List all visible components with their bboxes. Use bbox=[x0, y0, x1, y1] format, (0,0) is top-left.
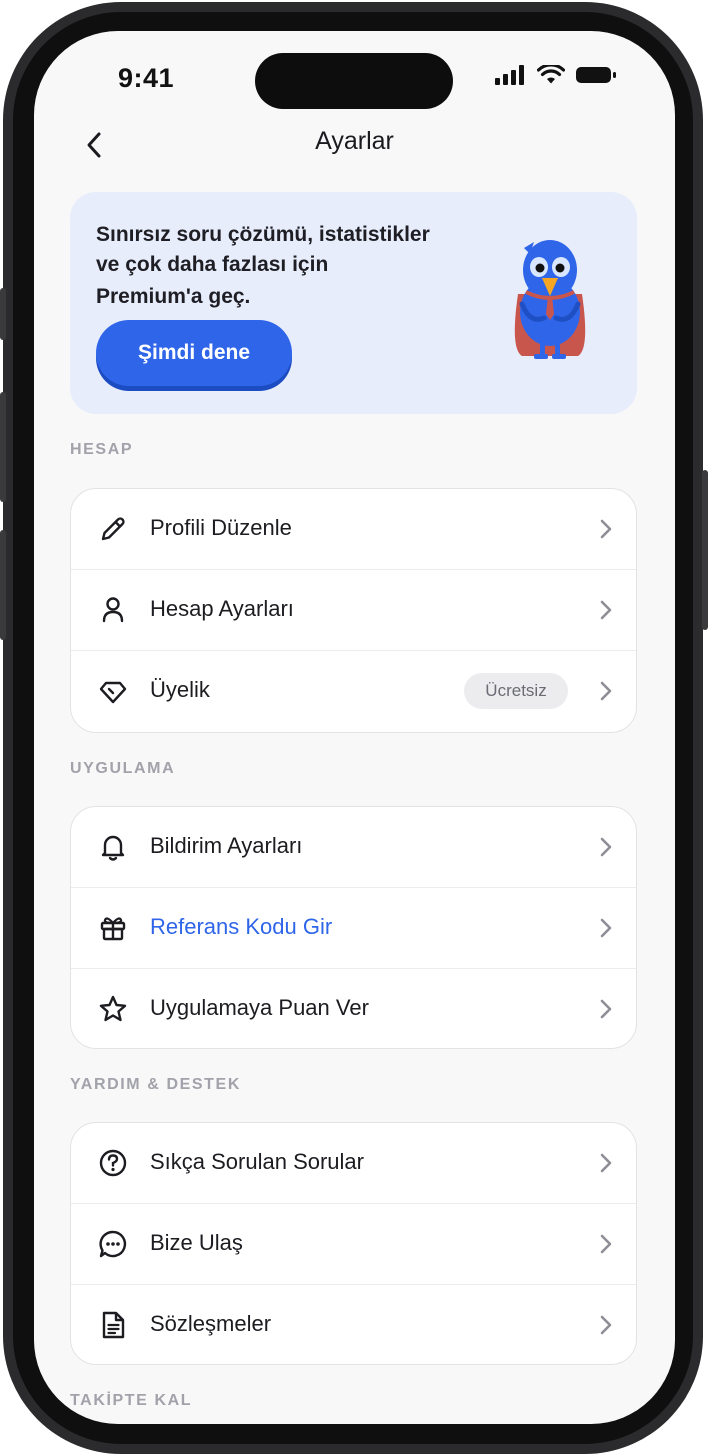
menu-item-label: Sıkça Sorulan Sorular bbox=[150, 1149, 364, 1174]
menu-item-label: Hesap Ayarları bbox=[150, 596, 294, 621]
chevron-right-icon bbox=[600, 519, 612, 539]
chevron-right-icon bbox=[600, 1234, 612, 1254]
volume-down-button bbox=[0, 530, 6, 640]
app-settings-card: Bildirim Ayarları Referans Kodu Gir Uygu… bbox=[70, 806, 637, 1049]
question-circle-icon bbox=[99, 1149, 127, 1177]
section-label-account: HESAP bbox=[70, 441, 134, 458]
dynamic-island bbox=[255, 53, 453, 109]
pencil-icon bbox=[101, 517, 125, 541]
chevron-right-icon bbox=[600, 837, 612, 857]
menu-item-label: Uygulamaya Puan Ver bbox=[150, 995, 369, 1020]
chevron-right-icon bbox=[600, 681, 612, 701]
menu-item-edit-profile[interactable]: Profili Düzenle bbox=[71, 489, 636, 570]
screen: 9:41 Ayarlar Sınırsız soru çözümü, istat… bbox=[34, 31, 675, 1424]
volume-up-button bbox=[0, 392, 6, 502]
menu-item-rate-app[interactable]: Uygulamaya Puan Ver bbox=[71, 969, 636, 1048]
bird-mascot-illustration bbox=[514, 240, 586, 359]
chevron-right-icon bbox=[600, 1315, 612, 1335]
promo-text-line: ve çok daha fazlası için bbox=[96, 253, 329, 276]
menu-item-faq[interactable]: Sıkça Sorulan Sorular bbox=[71, 1123, 636, 1204]
menu-item-label: Üyelik bbox=[150, 677, 210, 702]
status-time: 9:41 bbox=[118, 63, 175, 93]
section-label-follow: TAKİPTE KAL bbox=[70, 1392, 193, 1409]
menu-item-label: Referans Kodu Gir bbox=[150, 914, 333, 939]
bell-icon bbox=[101, 835, 125, 861]
promo-text: Sınırsız soru çözümü, istatistikler ve ç… bbox=[96, 220, 466, 312]
document-icon bbox=[102, 1311, 125, 1339]
chevron-right-icon bbox=[600, 1153, 612, 1173]
premium-promo-card: Sınırsız soru çözümü, istatistikler ve ç… bbox=[70, 192, 637, 414]
promo-text-line: Premium'a geç. bbox=[96, 285, 251, 308]
menu-item-label: Bildirim Ayarları bbox=[150, 833, 303, 858]
promo-text-line: Sınırsız soru çözümü, istatistikler bbox=[96, 223, 430, 246]
page-title: Ayarlar bbox=[315, 127, 394, 155]
battery-icon bbox=[576, 67, 616, 83]
account-settings-card: Profili Düzenle Hesap Ayarları Üyelik Üc… bbox=[70, 488, 637, 733]
user-icon bbox=[102, 597, 124, 623]
section-label-app: UYGULAMA bbox=[70, 760, 176, 777]
menu-item-label: Sözleşmeler bbox=[150, 1311, 272, 1336]
status-icons bbox=[495, 65, 617, 85]
menu-item-membership[interactable]: Üyelik Ücretsiz bbox=[71, 651, 636, 732]
power-button bbox=[702, 470, 708, 630]
navigation-header: Ayarlar bbox=[34, 117, 675, 173]
menu-item-label: Bize Ulaş bbox=[150, 1230, 243, 1255]
wifi-icon bbox=[537, 65, 565, 84]
silent-switch bbox=[0, 288, 6, 340]
membership-status-badge: Ücretsiz bbox=[464, 673, 568, 709]
menu-item-referral-code[interactable]: Referans Kodu Gir bbox=[71, 888, 636, 969]
gift-icon bbox=[100, 917, 126, 941]
section-label-support: YARDIM & DESTEK bbox=[70, 1076, 241, 1093]
menu-item-label: Profili Düzenle bbox=[150, 515, 292, 540]
chevron-right-icon bbox=[600, 999, 612, 1019]
chevron-right-icon bbox=[600, 600, 612, 620]
chat-bubble-icon bbox=[99, 1230, 127, 1258]
cellular-signal-icon bbox=[495, 65, 524, 85]
menu-item-account-settings[interactable]: Hesap Ayarları bbox=[71, 570, 636, 651]
diamond-icon bbox=[99, 681, 127, 704]
menu-item-contact-us[interactable]: Bize Ulaş bbox=[71, 1204, 636, 1285]
star-icon bbox=[99, 995, 127, 1022]
try-now-button[interactable]: Şimdi dene bbox=[96, 320, 292, 386]
support-card: Sıkça Sorulan Sorular Bize Ulaş Sözleşme… bbox=[70, 1122, 637, 1365]
menu-item-notification-settings[interactable]: Bildirim Ayarları bbox=[71, 807, 636, 888]
menu-item-agreements[interactable]: Sözleşmeler bbox=[71, 1285, 636, 1364]
chevron-right-icon bbox=[600, 918, 612, 938]
